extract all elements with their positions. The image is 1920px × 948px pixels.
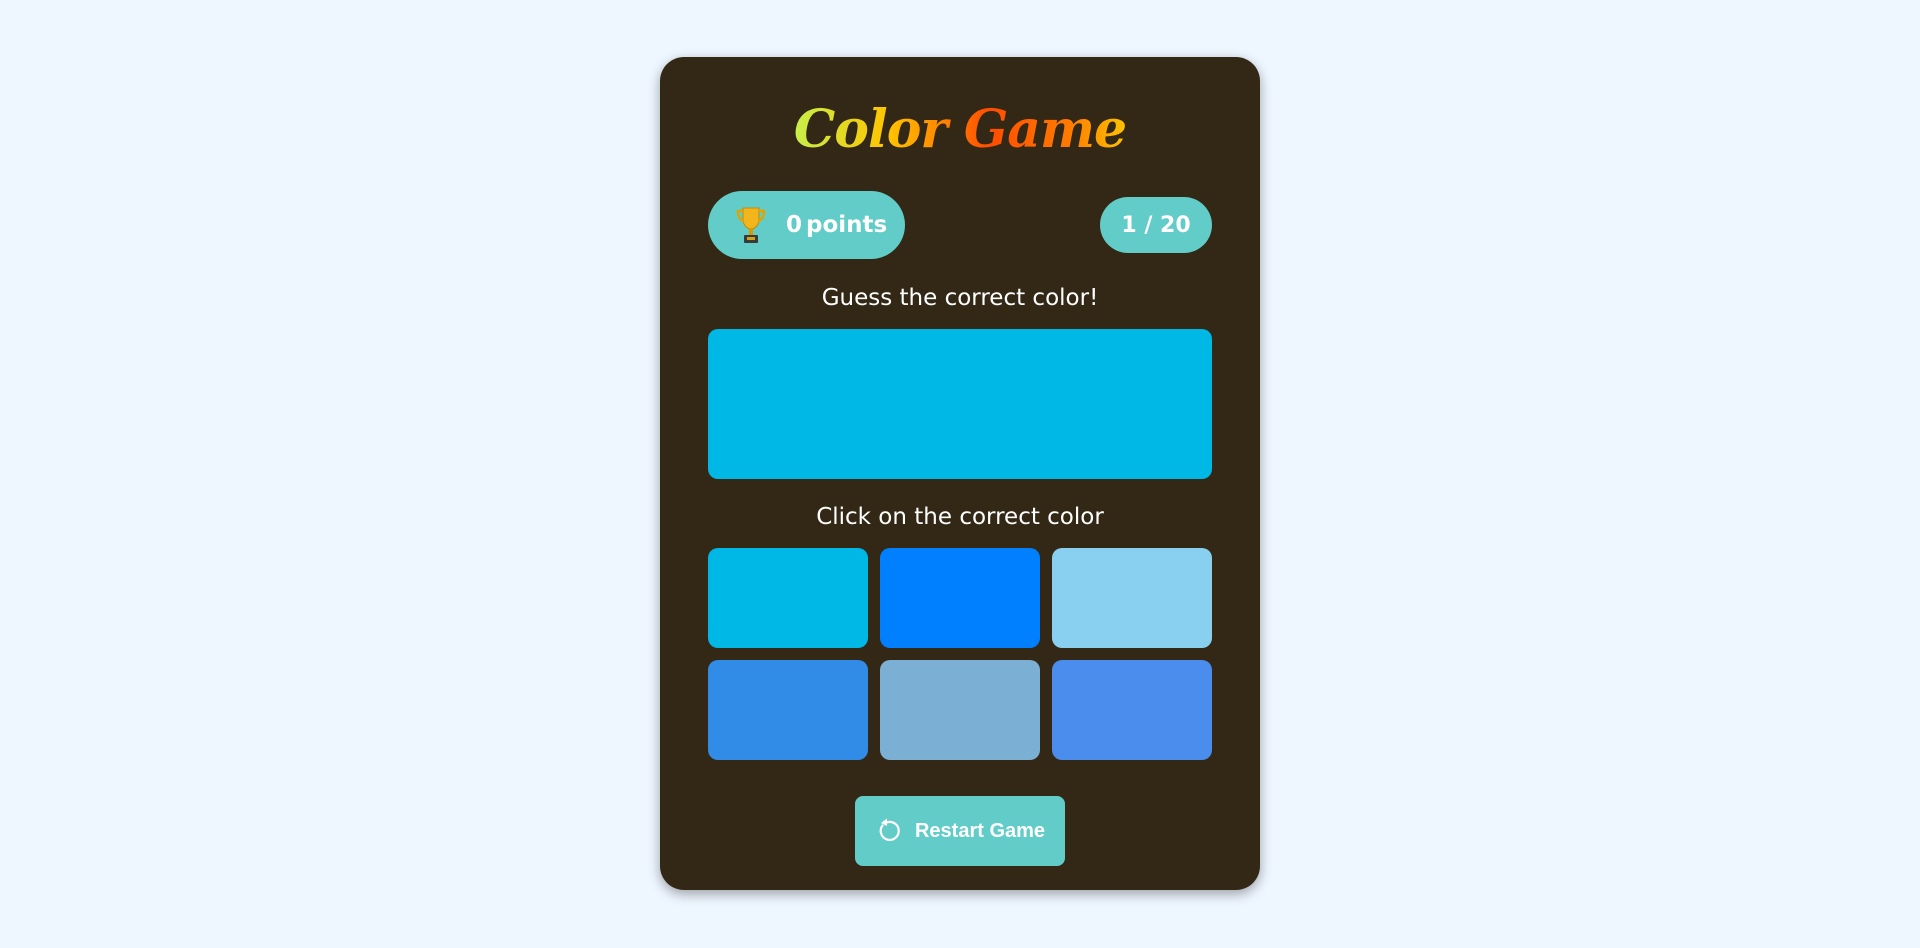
color-option[interactable]	[1052, 548, 1212, 648]
color-options	[708, 548, 1212, 760]
color-option[interactable]	[880, 660, 1040, 760]
game-title: Color Game	[660, 95, 1260, 165]
restart-label: Restart Game	[914, 819, 1046, 842]
points-value: 0	[786, 212, 803, 238]
color-option[interactable]	[880, 548, 1040, 648]
restart-game-button[interactable]: Restart Game	[855, 796, 1065, 866]
color-option[interactable]	[1052, 660, 1212, 760]
guess-prompt: Guess the correct color!	[821, 285, 1099, 311]
click-prompt: Click on the correct color	[816, 504, 1104, 530]
color-option[interactable]	[708, 660, 868, 760]
game-card: Color Game 0 points 1 / 20 Guess the cor…	[660, 57, 1260, 890]
restart-icon	[879, 818, 900, 841]
target-color-swatch	[708, 329, 1212, 479]
trophy-icon	[736, 207, 766, 243]
color-option[interactable]	[708, 548, 868, 648]
score-badge: 0 points	[708, 191, 905, 259]
points-unit: points	[806, 212, 888, 238]
round-counter: 1 / 20	[1100, 197, 1212, 253]
